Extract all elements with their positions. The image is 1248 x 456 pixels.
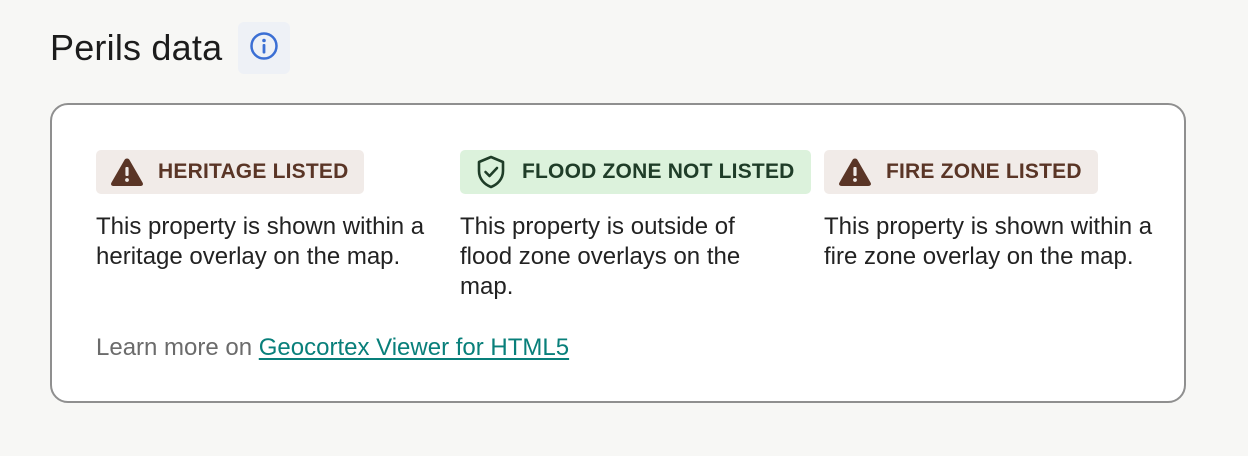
flood-description: This property is outside of flood zone o… xyxy=(460,213,741,300)
fire-status-badge: FIRE ZONE LISTED xyxy=(824,150,1098,194)
info-circle-icon xyxy=(248,30,280,67)
peril-flood: FLOOD ZONE NOT LISTED This property is o… xyxy=(460,150,824,302)
fire-description: This property is shown within a fire zon… xyxy=(824,213,1153,270)
warning-triangle-icon xyxy=(110,155,144,189)
section-header: Perils data xyxy=(50,22,291,74)
heritage-status-badge: HERITAGE LISTED xyxy=(96,150,365,194)
learn-more-prefix: Learn more on xyxy=(96,334,253,361)
peril-heritage: HERITAGE LISTED This property is shown w… xyxy=(96,150,460,302)
shield-check-icon xyxy=(474,155,508,189)
info-button[interactable] xyxy=(238,22,291,74)
heritage-badge-label: HERITAGE LISTED xyxy=(158,160,349,183)
fire-badge-label: FIRE ZONE LISTED xyxy=(886,160,1082,183)
heritage-description: This property is shown within a heritage… xyxy=(96,213,425,270)
perils-data-page: Perils data HERITAGE LISTED This propert… xyxy=(0,0,1248,456)
peril-fire: FIRE ZONE LISTED This property is shown … xyxy=(824,150,1188,302)
flood-status-badge: FLOOD ZONE NOT LISTED xyxy=(460,150,811,194)
learn-more-text: Learn more on Geocortex Viewer for HTML5 xyxy=(96,333,569,363)
geocortex-viewer-link[interactable]: Geocortex Viewer for HTML5 xyxy=(259,334,569,361)
perils-card: HERITAGE LISTED This property is shown w… xyxy=(50,103,1186,403)
page-title: Perils data xyxy=(50,27,223,68)
perils-list: HERITAGE LISTED This property is shown w… xyxy=(96,150,1188,302)
warning-triangle-icon xyxy=(838,155,872,189)
flood-badge-label: FLOOD ZONE NOT LISTED xyxy=(522,160,795,183)
